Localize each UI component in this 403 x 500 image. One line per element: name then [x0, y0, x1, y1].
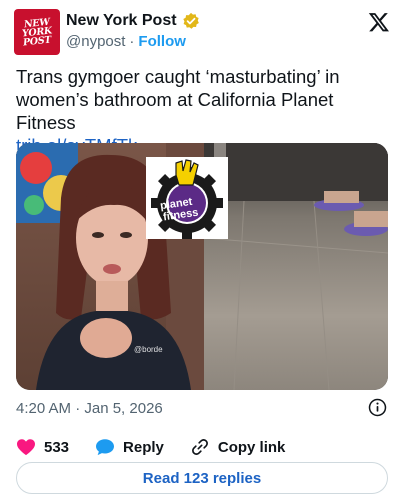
separator-dot: · [129, 33, 135, 50]
tweet-actions: 533 Reply Copy link [16, 436, 388, 458]
reply-button[interactable]: Reply [95, 438, 164, 456]
info-icon[interactable] [368, 398, 387, 417]
avatar[interactable]: NEW YORK POST [14, 9, 60, 55]
like-count: 533 [44, 438, 70, 456]
verified-badge-icon [182, 12, 199, 29]
heart-icon [17, 439, 35, 456]
name-row: New York Post [66, 12, 200, 30]
copy-link-button[interactable]: Copy link [190, 437, 286, 457]
account-name[interactable]: New York Post [66, 12, 177, 30]
bathroom-stall-illustration [204, 143, 388, 390]
copy-link-label: Copy link [217, 438, 286, 456]
tweet-text: Trans gymgoer caught ‘masturbating’ in w… [16, 66, 340, 133]
tweet-header: NEW YORK POST New York Post @nypost · Fo… [14, 9, 390, 57]
video-overlay-caption: @borde [134, 345, 163, 354]
account-handle[interactable]: @nypost [66, 33, 125, 50]
x-logo-icon[interactable] [368, 11, 390, 33]
reply-bubble-icon [96, 439, 115, 456]
avatar-line-3: POST [22, 34, 52, 48]
read-replies-button[interactable]: Read 123 replies [16, 462, 388, 494]
link-icon [191, 439, 208, 455]
like-button[interactable]: 533 [16, 438, 69, 456]
follow-button[interactable]: Follow [138, 33, 186, 50]
reply-label: Reply [123, 438, 164, 456]
handle-row: @nypost · Follow [66, 33, 186, 50]
tweet-timestamp[interactable]: 4:20 AM · Jan 5, 2026 [16, 400, 163, 417]
video-frame-bathroom [204, 143, 388, 390]
planet-fitness-logo: planet fitness [146, 157, 228, 239]
